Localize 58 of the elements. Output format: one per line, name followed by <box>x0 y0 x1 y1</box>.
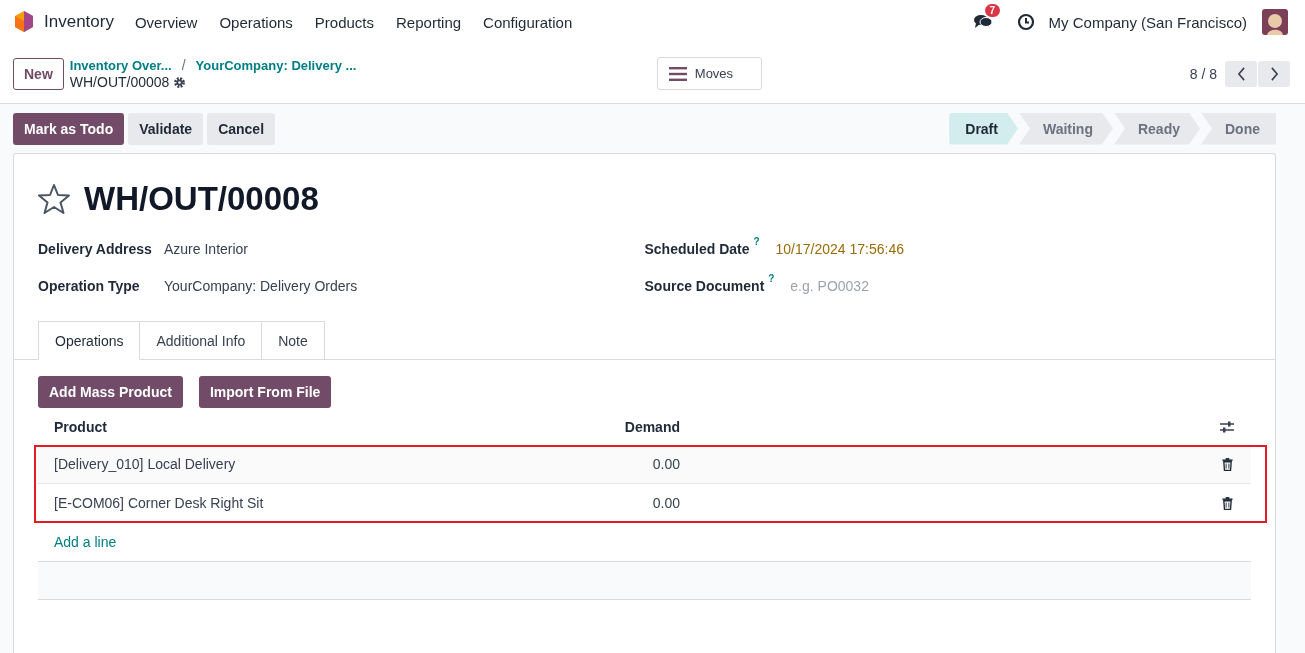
breadcrumb-link[interactable]: Inventory Over... <box>69 57 172 73</box>
clock-icon[interactable] <box>1016 13 1035 31</box>
action-button[interactable]: Mark as Todo <box>13 112 125 145</box>
help-tooltip-mark[interactable]: ? <box>768 273 791 284</box>
record-name: WH/OUT/00008 <box>69 74 170 90</box>
breadcrumb-separator: / <box>181 57 186 73</box>
menu-item[interactable]: Configuration <box>483 13 573 31</box>
chevron-left-icon <box>1236 66 1246 81</box>
notebook-tab[interactable]: Note <box>262 321 325 360</box>
record-title: WH/OUT/00008 <box>84 180 319 218</box>
status-step[interactable]: Draft <box>949 112 1018 145</box>
column-header[interactable]: Product <box>54 419 574 435</box>
status-step[interactable]: Ready <box>1113 112 1200 145</box>
field-label: Operation Type <box>38 277 141 294</box>
company-switcher[interactable]: My Company (San Francisco) <box>1048 13 1247 31</box>
previous-button[interactable] <box>1225 60 1257 87</box>
menu-item[interactable]: Reporting <box>396 13 462 31</box>
app-name[interactable]: Inventory <box>44 12 114 32</box>
field-label: Delivery Address <box>38 240 153 257</box>
product-cell[interactable]: [E-COM06] Corner Desk Right Sit <box>54 495 574 511</box>
add-line-link[interactable]: Add a line <box>54 534 117 550</box>
chat-icon[interactable] <box>972 13 993 29</box>
date-field[interactable]: 10/17/2024 17:56:46 <box>775 240 904 257</box>
message-count-badge: 7 <box>984 4 1001 17</box>
app-logo-icon[interactable] <box>14 11 34 33</box>
menu-item[interactable]: Operations <box>219 13 293 31</box>
action-button[interactable]: Cancel <box>207 112 276 145</box>
notebook-tab[interactable]: Operations <box>38 321 141 360</box>
menu-icon <box>668 66 687 81</box>
field-label: Source Document <box>644 277 765 294</box>
field-label: Scheduled Date <box>644 240 750 257</box>
trash-icon[interactable] <box>1222 496 1233 510</box>
gear-icon[interactable] <box>173 75 187 89</box>
chevron-right-icon <box>1269 66 1279 81</box>
action-button[interactable]: Validate <box>128 112 204 145</box>
demand-cell[interactable]: 0.00 <box>574 495 680 511</box>
breadcrumb-link[interactable]: YourCompany: Delivery ... <box>195 57 357 73</box>
star-icon[interactable] <box>38 183 70 215</box>
menu-item[interactable]: Products <box>314 13 375 31</box>
status-step[interactable]: Done <box>1201 112 1276 145</box>
pager-counter: 8 / 8 <box>1189 65 1217 82</box>
list-action-button[interactable]: Add Mass Product <box>38 376 183 408</box>
status-step[interactable]: Waiting <box>1018 112 1113 145</box>
moves-button[interactable]: Moves <box>656 57 762 90</box>
list-action-button[interactable]: Import From File <box>198 376 332 408</box>
new-button[interactable]: New <box>13 57 64 90</box>
menu-item[interactable]: Overview <box>134 13 198 31</box>
next-button[interactable] <box>1258 60 1290 87</box>
help-tooltip-mark[interactable]: ? <box>753 236 776 247</box>
trash-icon[interactable] <box>1222 457 1233 471</box>
demand-cell[interactable]: 0.00 <box>574 456 680 472</box>
sliders-icon[interactable] <box>1219 420 1235 434</box>
user-avatar[interactable] <box>1262 9 1288 35</box>
field-value[interactable]: YourCompany: Delivery Orders <box>164 277 358 294</box>
column-header[interactable]: Demand <box>574 419 680 435</box>
field-value[interactable]: Azure Interior <box>164 240 249 257</box>
notebook-tab[interactable]: Additional Info <box>140 321 263 360</box>
product-cell[interactable]: [Delivery_010] Local Delivery <box>54 456 574 472</box>
